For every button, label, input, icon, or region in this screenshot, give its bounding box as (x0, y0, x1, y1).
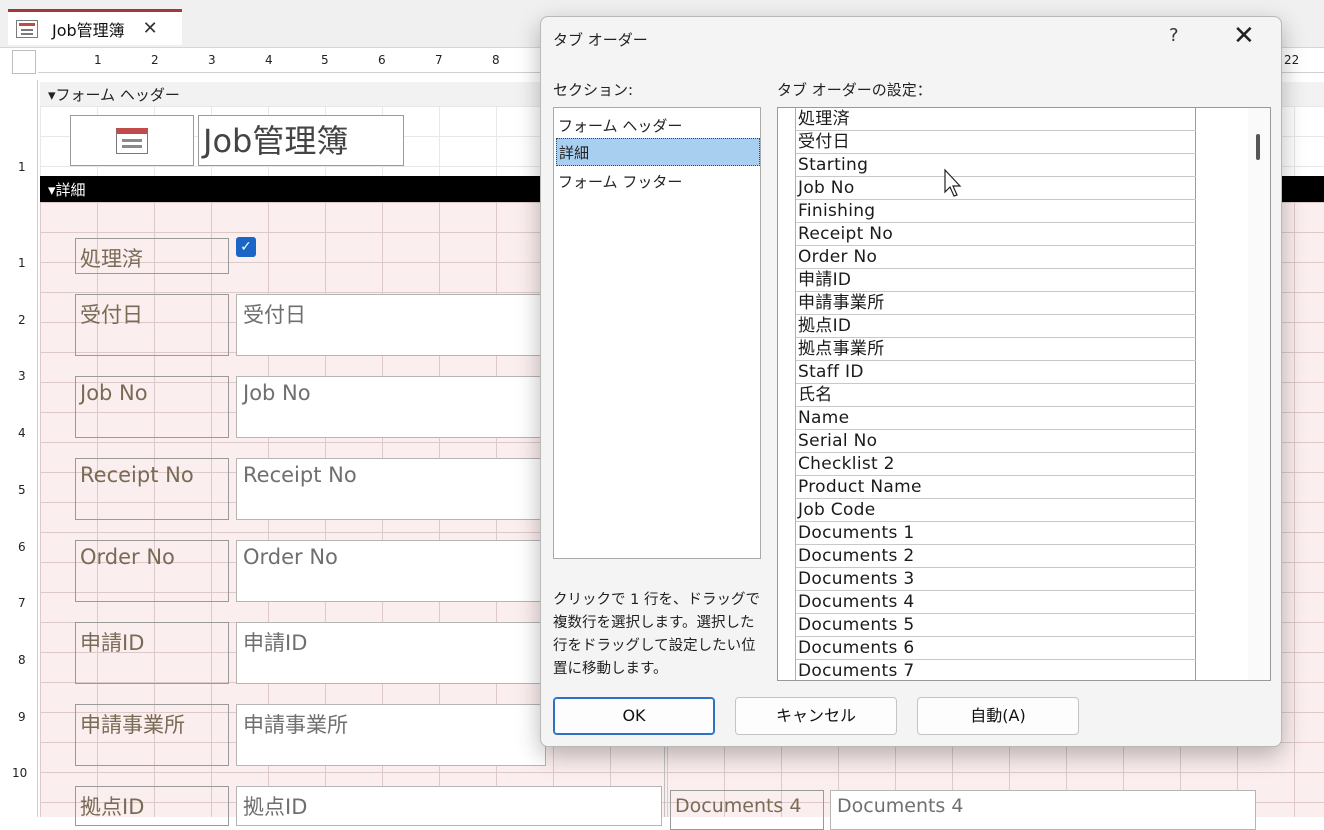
vertical-ruler: 1 1 2 3 4 5 6 7 8 9 10 (10, 80, 38, 817)
label-documents-4[interactable]: Documents 4 (670, 790, 824, 830)
tab-order-dialog: タブ オーダー ? ✕ セクション: タブ オーダーの設定： フォーム ヘッダー… (540, 16, 1282, 747)
tab-title: Job管理簿 (52, 20, 125, 40)
label-base-id[interactable]: 拠点ID (75, 786, 229, 826)
ruler-mark: 1 (18, 160, 26, 174)
tab-order-row[interactable]: 受付日 (796, 131, 1196, 154)
form-title-label[interactable]: Job管理簿 (198, 115, 404, 166)
ruler-corner[interactable] (12, 50, 36, 74)
tab-order-row[interactable]: 拠点事業所 (796, 338, 1196, 361)
tab-order-row[interactable]: Order No (796, 246, 1196, 269)
section-marker-icon: ▾ (48, 86, 56, 104)
ruler-mark: 2 (18, 313, 26, 327)
ruler-mark: 8 (18, 653, 26, 667)
close-dialog-icon[interactable]: ✕ (1233, 21, 1255, 51)
tab-order-list-label: タブ オーダーの設定： (777, 81, 932, 99)
tab-order-row[interactable]: Checklist 2 (796, 453, 1196, 476)
label-application-id[interactable]: 申請ID (75, 622, 229, 684)
close-tab-icon[interactable]: ✕ (143, 18, 158, 39)
tab-order-row[interactable]: 氏名 (796, 384, 1196, 407)
section-item-form-header[interactable]: フォーム ヘッダー (556, 112, 760, 140)
ruler-mark: 3 (18, 369, 26, 383)
tab-order-row[interactable]: Job No (796, 177, 1196, 200)
tab-order-row[interactable]: Receipt No (796, 223, 1196, 246)
ruler-mark: 7 (18, 596, 26, 610)
section-list[interactable]: フォーム ヘッダー 詳細 フォーム フッター (553, 107, 761, 559)
tab-order-row[interactable]: Finishing (796, 200, 1196, 223)
tab-order-row[interactable]: 処理済 (796, 108, 1196, 131)
mouse-cursor-icon (944, 168, 962, 197)
ruler-mark: 3 (208, 53, 216, 67)
scrollbar-thumb[interactable] (1256, 134, 1260, 160)
tab-order-row[interactable]: 拠点ID (796, 315, 1196, 338)
ruler-mark: 2 (151, 53, 159, 67)
section-item-detail[interactable]: 詳細 (556, 138, 760, 166)
tab-order-row[interactable]: Job Code (796, 499, 1196, 522)
form-logo-icon (116, 128, 148, 154)
field-base-id[interactable]: 拠点ID (236, 786, 662, 826)
tab-order-row[interactable]: Documents 3 (796, 568, 1196, 591)
scrollbar[interactable] (1248, 108, 1270, 680)
processed-checkbox[interactable]: ✓ (236, 237, 256, 257)
field-application-office[interactable]: 申請事業所 (236, 704, 546, 766)
tab-order-row[interactable]: Documents 4 (796, 591, 1196, 614)
section-bar-label: フォーム ヘッダー (55, 86, 180, 104)
form-icon (16, 19, 38, 38)
field-order-no[interactable]: Order No (236, 540, 546, 602)
ruler-mark: 6 (18, 540, 26, 554)
label-order-no[interactable]: Order No (75, 540, 229, 602)
label-received-date[interactable]: 受付日 (75, 294, 229, 356)
field-receipt-no[interactable]: Receipt No (236, 458, 546, 520)
document-tab[interactable]: Job管理簿 ✕ (8, 9, 182, 45)
tab-order-row[interactable]: Documents 6 (796, 637, 1196, 660)
label-receipt-no[interactable]: Receipt No (75, 458, 229, 520)
ruler-mark: 10 (12, 766, 28, 780)
ruler-mark: 22 (1284, 53, 1300, 67)
section-list-label: セクション: (553, 81, 634, 99)
field-documents-4[interactable]: Documents 4 (830, 790, 1256, 830)
cancel-button[interactable]: キャンセル (735, 697, 897, 735)
ruler-mark: 6 (378, 53, 386, 67)
tab-order-row[interactable]: Staff ID (796, 361, 1196, 384)
section-divider (664, 745, 665, 817)
tab-order-row[interactable]: 申請事業所 (796, 292, 1196, 315)
tab-order-row[interactable]: Starting (796, 154, 1196, 177)
dialog-title: タブ オーダー (553, 31, 648, 49)
field-job-no[interactable]: Job No (236, 376, 546, 438)
ruler-mark: 5 (18, 483, 26, 497)
label-application-office[interactable]: 申請事業所 (75, 704, 229, 766)
tab-order-row[interactable]: Serial No (796, 430, 1196, 453)
ruler-mark: 7 (435, 53, 443, 67)
tab-order-row[interactable]: Documents 7 (796, 660, 1196, 680)
ruler-mark: 9 (18, 710, 26, 724)
ruler-mark: 8 (492, 53, 500, 67)
field-application-id[interactable]: 申請ID (236, 622, 546, 684)
section-item-form-footer[interactable]: フォーム フッター (556, 168, 760, 196)
tab-order-row[interactable]: Documents 2 (796, 545, 1196, 568)
ruler-mark: 1 (94, 53, 102, 67)
tab-order-list[interactable]: 処理済 受付日 Starting Job No Finishing Receipt No O… (777, 107, 1271, 681)
label-processed[interactable]: 処理済 (75, 238, 229, 274)
ruler-mark: 4 (265, 53, 273, 67)
field-received-date[interactable]: 受付日 (236, 294, 546, 356)
usage-hint-text: クリックで 1 行を、ドラッグで複数行を選択します。選択した行をドラッグして設定… (553, 592, 760, 677)
label-job-no[interactable]: Job No (75, 376, 229, 438)
section-marker-icon: ▾ (48, 181, 56, 199)
section-bar-label: 詳細 (55, 181, 86, 199)
tab-order-row[interactable]: Name (796, 407, 1196, 430)
tab-order-row[interactable]: Documents 1 (796, 522, 1196, 545)
tab-order-row[interactable]: 申請ID (796, 269, 1196, 292)
tab-order-row[interactable]: Product Name (796, 476, 1196, 499)
help-icon[interactable]: ? (1169, 25, 1179, 46)
row-selector-column[interactable] (778, 108, 796, 680)
auto-button[interactable]: 自動(A) (917, 697, 1079, 735)
logo-control[interactable] (70, 115, 194, 166)
ruler-mark: 5 (321, 53, 329, 67)
ruler-mark: 1 (18, 256, 26, 270)
ruler-mark: 4 (18, 426, 26, 440)
ok-button[interactable]: OK (553, 697, 715, 735)
tab-order-row[interactable]: Documents 5 (796, 614, 1196, 637)
